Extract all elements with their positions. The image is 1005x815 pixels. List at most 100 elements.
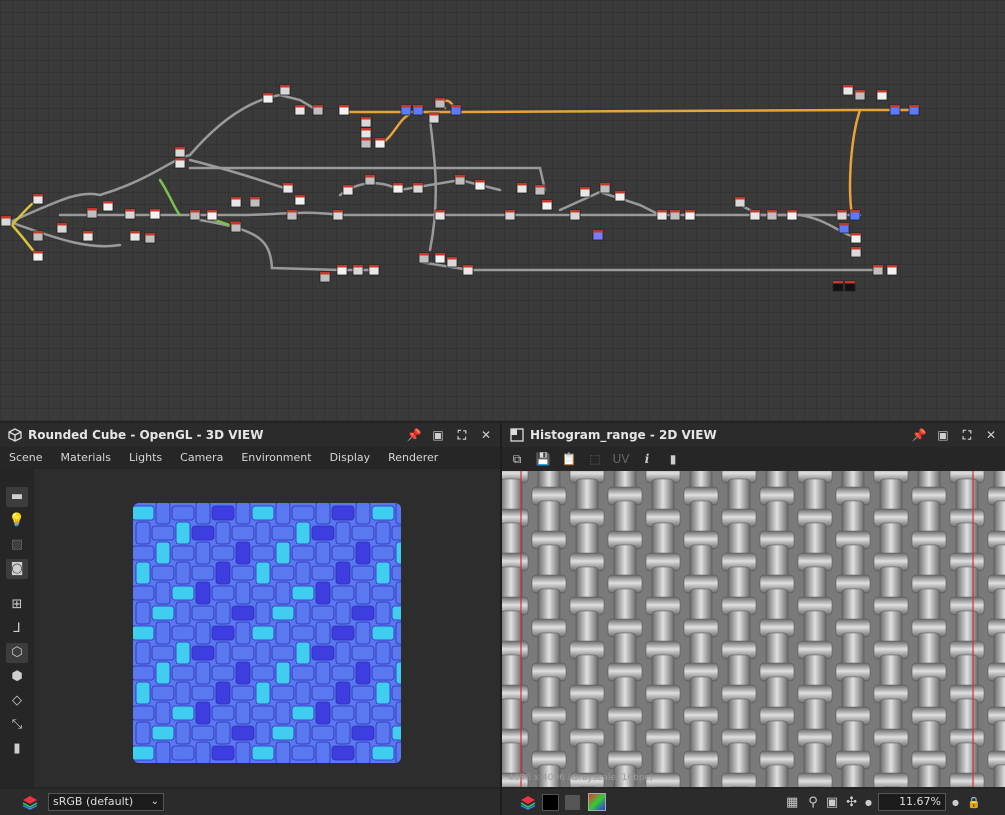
mesh-cube-icon[interactable]: ⬡: [6, 643, 28, 663]
graph-nodes[interactable]: [0, 84, 920, 292]
graph-node-51[interactable]: [614, 190, 626, 202]
graph-node-9[interactable]: [129, 230, 141, 242]
graph-node-34[interactable]: [286, 209, 298, 221]
menu-environment[interactable]: Environment: [232, 451, 320, 464]
graph-node-60[interactable]: [836, 209, 848, 221]
pin-icon[interactable]: 📌: [406, 427, 422, 443]
graph-node-20[interactable]: [279, 84, 291, 96]
graph-node-21[interactable]: [294, 104, 306, 116]
graph-node-27[interactable]: [374, 137, 386, 149]
viewport-2d[interactable]: 4096 x 4096 (Grayscale, 16bpc): [502, 471, 1005, 787]
graph-node-57[interactable]: [749, 209, 761, 221]
graph-node-47[interactable]: [541, 199, 553, 211]
graph-node-14[interactable]: [189, 209, 201, 221]
graph-node-71[interactable]: [434, 252, 446, 264]
save-icon[interactable]: 💾: [534, 450, 552, 468]
graph-node-67[interactable]: [876, 89, 888, 101]
graph-node-8[interactable]: [124, 208, 136, 220]
graph-node-68[interactable]: [889, 104, 901, 116]
graph-node-22[interactable]: [312, 104, 324, 116]
graph-node-82[interactable]: [230, 221, 242, 233]
menu-display[interactable]: Display: [321, 451, 380, 464]
graph-node-37[interactable]: [342, 184, 354, 196]
graph-node-55[interactable]: [684, 209, 696, 221]
graph-node-42[interactable]: [454, 174, 466, 186]
graph-node-18[interactable]: [249, 196, 261, 208]
zoom-in-icon[interactable]: ●: [952, 798, 959, 807]
export-icon[interactable]: ⬚: [586, 450, 604, 468]
graph-node-35[interactable]: [294, 194, 306, 206]
background-checker-button[interactable]: [565, 794, 580, 810]
graph-node-69[interactable]: [908, 104, 920, 116]
graph-node-74[interactable]: [319, 271, 331, 283]
zoom-input[interactable]: 11.67%: [878, 793, 947, 811]
background-black-button[interactable]: [542, 793, 559, 811]
grid-icon[interactable]: ▦: [786, 795, 798, 810]
box-icon[interactable]: ⬢: [6, 667, 28, 687]
graph-node-15[interactable]: [206, 209, 218, 221]
layers-icon[interactable]: [520, 794, 536, 810]
menu-scene[interactable]: Scene: [0, 451, 52, 464]
graph-node-77[interactable]: [368, 264, 380, 276]
plane-icon[interactable]: ◇: [6, 691, 28, 711]
histogram-icon[interactable]: ▮: [664, 450, 682, 468]
graph-node-48[interactable]: [569, 209, 581, 221]
pin-icon[interactable]: 📌: [911, 427, 927, 443]
graph-node-76[interactable]: [352, 264, 364, 276]
maximize-icon[interactable]: ⛶: [454, 427, 470, 443]
zoom-out-icon[interactable]: ●: [865, 798, 872, 807]
graph-node-75[interactable]: [336, 264, 348, 276]
float-panel-icon[interactable]: ▣: [430, 427, 446, 443]
graph-node-3[interactable]: [32, 250, 44, 262]
graph-node-13[interactable]: [174, 157, 186, 169]
graph-node-49[interactable]: [579, 186, 591, 198]
channels-icon[interactable]: [588, 793, 606, 811]
graph-node-23[interactable]: [338, 104, 350, 116]
graph-node-36[interactable]: [332, 209, 344, 221]
node-graph-svg[interactable]: [0, 0, 1005, 421]
graph-node-79[interactable]: [886, 264, 898, 276]
maximize-icon[interactable]: ⛶: [959, 427, 975, 443]
graph-node-73[interactable]: [462, 264, 474, 276]
graph-node-28[interactable]: [400, 104, 412, 116]
graph-node-78[interactable]: [872, 264, 884, 276]
graph-node-70[interactable]: [418, 252, 430, 264]
graph-node-56[interactable]: [734, 196, 746, 208]
graph-node-72[interactable]: [446, 256, 458, 268]
graph-node-26[interactable]: [360, 137, 372, 149]
graph-node-29[interactable]: [412, 104, 424, 116]
colorspace-select[interactable]: sRGB (default) ⌄: [48, 793, 164, 811]
clipboard-icon[interactable]: 📋: [560, 450, 578, 468]
graph-node-62[interactable]: [838, 222, 850, 234]
menu-renderer[interactable]: Renderer: [379, 451, 447, 464]
graph-node-46[interactable]: [534, 184, 546, 196]
graph-node-31[interactable]: [450, 104, 462, 116]
graph-node-38[interactable]: [364, 174, 376, 186]
graph-node-58[interactable]: [766, 209, 778, 221]
graph-node-59[interactable]: [786, 209, 798, 221]
close-icon[interactable]: ✕: [478, 427, 494, 443]
graph-node-19[interactable]: [262, 92, 274, 104]
stats-icon[interactable]: ▮: [6, 739, 28, 759]
lock-icon[interactable]: 🔒: [967, 796, 981, 809]
graph-node-50[interactable]: [599, 182, 611, 194]
camera-icon[interactable]: ▬: [6, 487, 28, 507]
tiling-icon[interactable]: ⚲: [808, 795, 818, 810]
pan-icon[interactable]: ✣: [846, 795, 857, 810]
graph-node-24[interactable]: [360, 116, 372, 128]
float-panel-icon[interactable]: ▣: [935, 427, 951, 443]
menu-lights[interactable]: Lights: [120, 451, 171, 464]
node-graph-canvas[interactable]: [0, 0, 1005, 423]
graph-node-5[interactable]: [82, 230, 94, 242]
viewport-3d[interactable]: [34, 469, 500, 787]
fit-view-icon[interactable]: ▣: [826, 795, 838, 810]
graph-node-32[interactable]: [428, 112, 440, 124]
graph-node-63[interactable]: [850, 232, 862, 244]
graph-node-1[interactable]: [32, 193, 44, 205]
graph-node-11[interactable]: [149, 208, 161, 220]
layers-icon[interactable]: [22, 794, 38, 810]
graph-node-39[interactable]: [392, 182, 404, 194]
close-icon[interactable]: ✕: [983, 427, 999, 443]
wireframe-icon[interactable]: ⊞: [6, 595, 28, 615]
graph-node-61[interactable]: [849, 209, 861, 221]
